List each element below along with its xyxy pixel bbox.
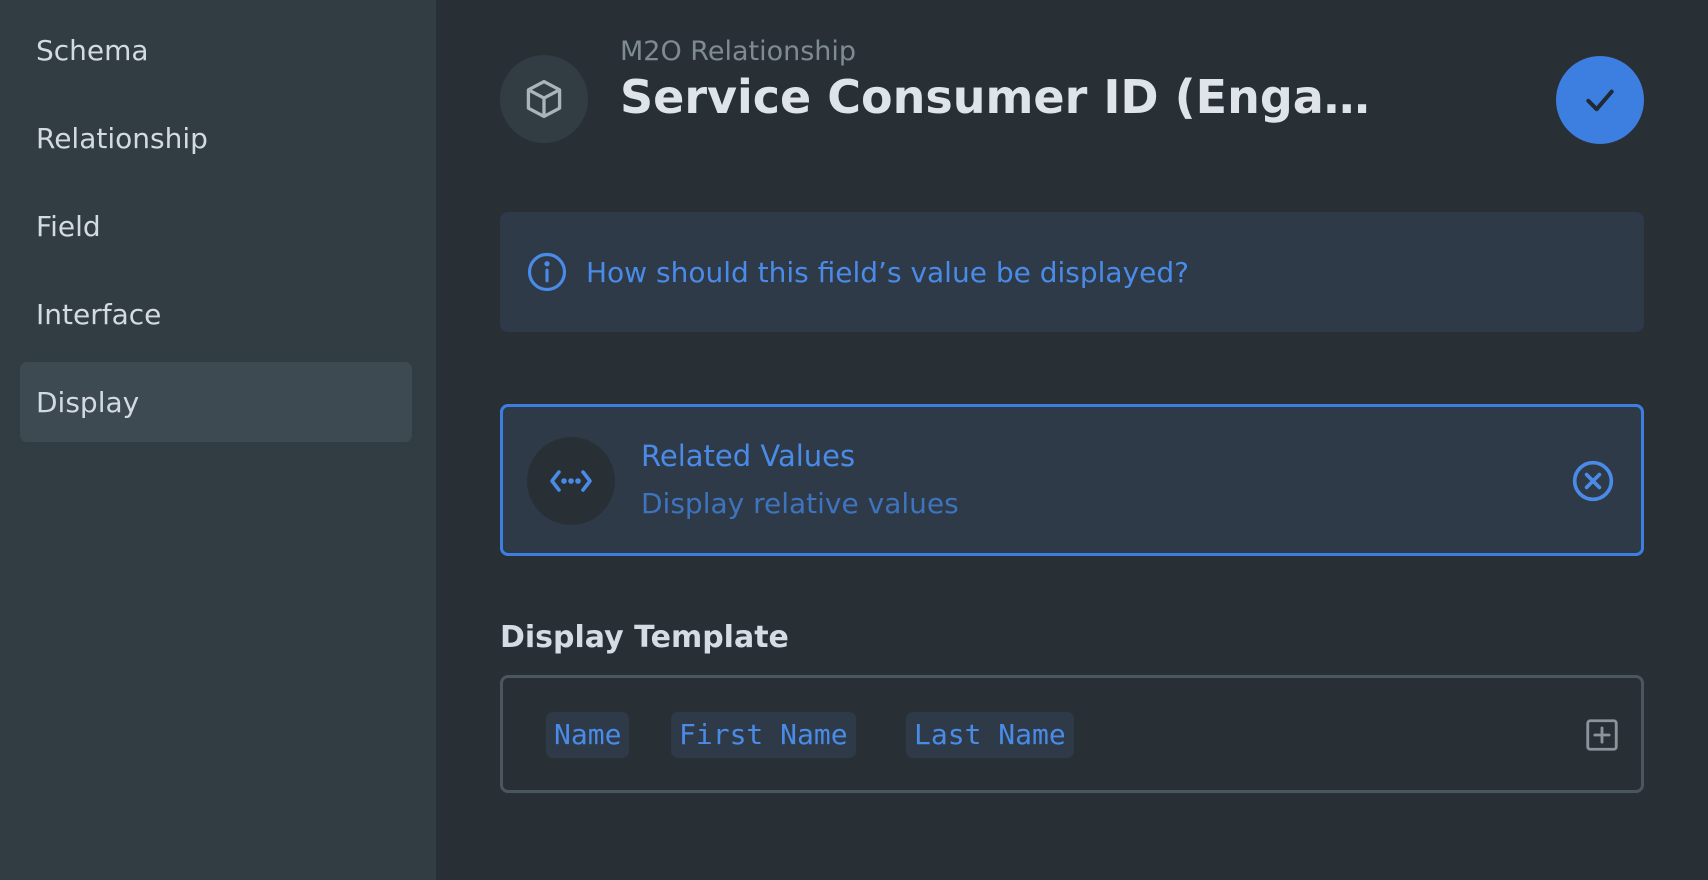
sidebar-item-relationship[interactable]: Relationship [20,98,412,178]
notice-text: How should this field’s value be display… [586,255,1190,289]
display-option-description: Display relative values [641,487,959,520]
sidebar-item-interface[interactable]: Interface [20,274,412,354]
page-title: Service Consumer ID (Engagement) [620,70,1400,124]
display-template-input[interactable]: Name First Name Last Name [500,675,1644,793]
box-icon [500,55,588,143]
page-subtitle: M2O Relationship [620,36,857,67]
display-option-card[interactable]: Related Values Display relative values [500,404,1644,556]
sidebar-item-schema[interactable]: Schema [20,10,412,90]
template-chip-first-name[interactable]: First Name [671,712,856,758]
check-icon [1586,89,1614,112]
template-chip-last-name[interactable]: Last Name [906,712,1074,758]
template-chip-name[interactable]: Name [546,712,630,758]
sidebar: Schema Relationship Field Interface Disp… [0,0,436,880]
display-option-title: Related Values [641,439,856,473]
save-button[interactable] [1556,56,1644,144]
add-box-icon[interactable] [1583,716,1621,754]
sidebar-item-field[interactable]: Field [20,186,412,266]
close-circle-icon[interactable] [1571,459,1615,503]
sidebar-item-display[interactable]: Display [20,362,412,442]
related-values-icon [527,437,615,525]
main-panel: M2O Relationship Service Consumer ID (En… [436,0,1708,880]
display-template-label: Display Template [500,620,789,655]
info-notice: How should this field’s value be display… [500,212,1644,332]
info-icon [527,252,567,292]
